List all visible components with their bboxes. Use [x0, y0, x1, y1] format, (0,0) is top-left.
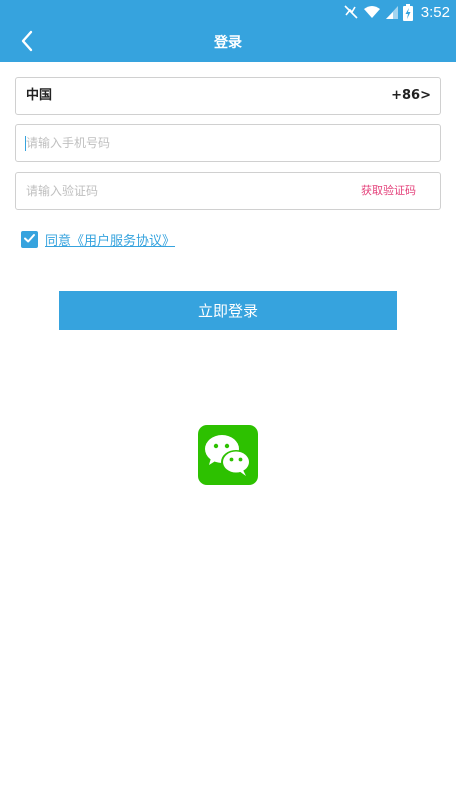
phone-input[interactable] [24, 125, 426, 161]
app-bar: 登录 [0, 24, 456, 62]
agreement-row: 同意《用户服务协议》 [21, 229, 175, 249]
get-code-button[interactable]: 获取验证码 [361, 173, 416, 209]
wechat-icon [198, 435, 258, 485]
status-time: 3:52 [420, 3, 450, 21]
verification-code-input[interactable] [24, 173, 326, 209]
login-button[interactable]: 立即登录 [59, 291, 397, 330]
country-name: 中国 [26, 88, 53, 103]
text-caret [25, 136, 26, 151]
chevron-left-icon [20, 30, 34, 56]
agreement-checkbox[interactable] [21, 230, 38, 249]
mute-icon [343, 4, 359, 20]
country-code: +86> [391, 88, 431, 103]
country-selector[interactable]: 中国 +86> [15, 77, 441, 115]
battery-charging-icon [402, 3, 413, 21]
phone-field [15, 124, 441, 162]
status-bar: 3:52 [0, 0, 456, 24]
status-icons [343, 3, 413, 21]
verification-code-field: 获取验证码 [15, 172, 441, 210]
page-title: 登录 [214, 35, 242, 51]
wechat-login-button[interactable] [198, 425, 258, 485]
wifi-icon [363, 4, 381, 20]
checkmark-icon [23, 230, 36, 249]
back-button[interactable] [14, 30, 40, 56]
signal-icon [385, 4, 399, 20]
agreement-link[interactable]: 同意《用户服务协议》 [45, 230, 175, 249]
